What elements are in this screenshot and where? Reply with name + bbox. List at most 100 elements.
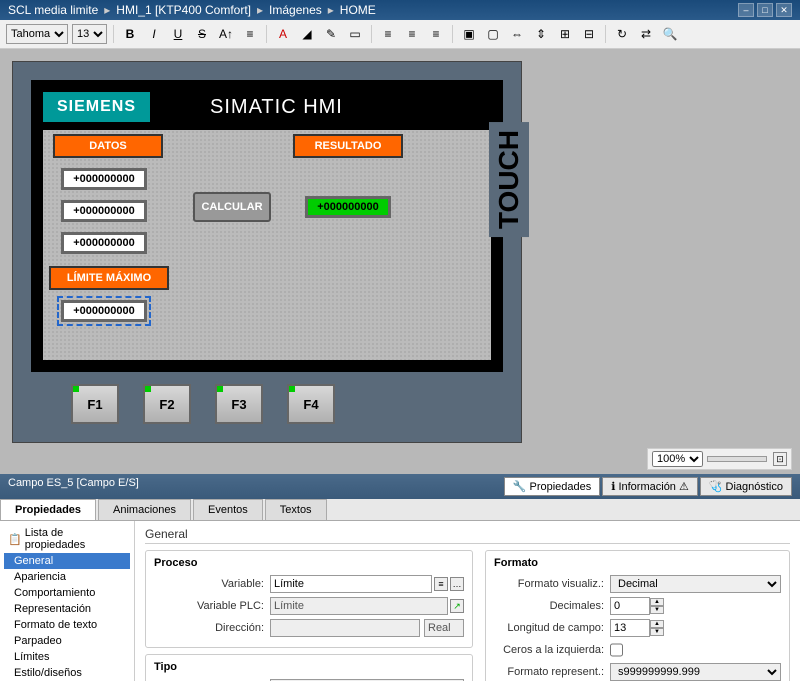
proceso-title: Proceso (154, 557, 464, 569)
fkey-f3[interactable]: F3 (215, 384, 263, 424)
zoom-slider[interactable] (707, 456, 767, 462)
zeros-label: Ceros a la izquierda: (494, 644, 604, 656)
ptab-textos[interactable]: Textos (265, 499, 327, 520)
maximize-button[interactable]: □ (757, 3, 773, 17)
align-button[interactable]: ≡ (240, 24, 260, 44)
design-canvas[interactable]: SIEMENS SIMATIC HMI DATOS RESULTADO +000… (0, 49, 800, 474)
group-tipo: Tipo Modo: Entrada/salida (145, 654, 473, 681)
breadcrumb-item[interactable]: HMI_1 [KTP400 Comfort] (116, 3, 251, 17)
fkey-f1[interactable]: F1 (71, 384, 119, 424)
rotate-button[interactable]: ↻ (612, 24, 632, 44)
italic-button[interactable]: I (144, 24, 164, 44)
varplc-input (270, 597, 448, 615)
type-input (424, 619, 464, 637)
zoom-fit-icon[interactable]: ⊡ (773, 452, 787, 466)
len-input[interactable] (610, 619, 650, 637)
align-right-button[interactable]: ≡ (426, 24, 446, 44)
group-proceso: Proceso Variable: ≡ … Variable PLC: ↗ Di… (145, 550, 473, 648)
dec-down-icon[interactable]: ▼ (650, 606, 664, 614)
io-field-2[interactable]: +000000000 (61, 200, 147, 222)
tab-diagnostics[interactable]: 🩺 Diagnóstico (700, 477, 792, 496)
align-left-button[interactable]: ≡ (378, 24, 398, 44)
distribute-h-button[interactable]: ⇔ (507, 24, 527, 44)
rep-select[interactable]: s999999999.999 (610, 663, 781, 681)
breadcrumb-item[interactable]: Imágenes (269, 3, 322, 17)
send-back-button[interactable]: ▢ (483, 24, 503, 44)
fkey-f4[interactable]: F4 (287, 384, 335, 424)
underline-button[interactable]: U (168, 24, 188, 44)
strike-button[interactable]: S (192, 24, 212, 44)
rep-label: Formato represent.: (494, 666, 604, 678)
font-select[interactable]: Tahoma (6, 24, 68, 44)
dec-input[interactable] (610, 597, 650, 615)
io-field-3[interactable]: +000000000 (61, 232, 147, 254)
len-up-icon[interactable]: ▲ (650, 620, 664, 628)
ptab-animaciones[interactable]: Animaciones (98, 499, 191, 520)
tag-picker-icon[interactable]: … (450, 577, 464, 591)
vis-label: Formato visualiz.: (494, 578, 604, 590)
calcular-button[interactable]: CALCULAR (193, 192, 271, 222)
variable-label: Variable: (154, 578, 264, 590)
dec-up-icon[interactable]: ▲ (650, 598, 664, 606)
bring-front-button[interactable]: ▣ (459, 24, 479, 44)
inspector-header: Campo ES_5 [Campo E/S] 🔧 Propiedades ℹ I… (0, 474, 800, 499)
zoom-button[interactable]: 🔍 (660, 24, 680, 44)
fkey-f2[interactable]: F2 (143, 384, 191, 424)
group-formato: Formato Formato visualiz.: Decimal Decim… (485, 550, 790, 681)
minimize-button[interactable]: – (738, 3, 754, 17)
nav-formato-texto[interactable]: Formato de texto (4, 617, 130, 633)
nav-representacion[interactable]: Representación (4, 601, 130, 617)
len-down-icon[interactable]: ▼ (650, 628, 664, 636)
flip-button[interactable]: ⇄ (636, 24, 656, 44)
datos-button[interactable]: DATOS (53, 134, 163, 158)
hmi-screen: SIEMENS SIMATIC HMI DATOS RESULTADO +000… (31, 80, 503, 372)
limite-button[interactable]: LÍMITE MÁXIMO (49, 266, 169, 290)
vis-select[interactable]: Decimal (610, 575, 781, 593)
zoom-select[interactable]: 100% (652, 451, 703, 467)
border-button[interactable]: ▭ (345, 24, 365, 44)
breadcrumb-item[interactable]: HOME (340, 3, 376, 17)
distribute-v-button[interactable]: ⇕ (531, 24, 551, 44)
io-field-result[interactable]: +000000000 (305, 196, 391, 218)
close-button[interactable]: ✕ (776, 3, 792, 17)
nav-limites[interactable]: Límites (4, 649, 130, 665)
breadcrumb-bar: SCL media limite▸ HMI_1 [KTP400 Comfort]… (0, 0, 800, 20)
tipo-title: Tipo (154, 661, 464, 673)
font-size-select[interactable]: 13 (72, 24, 107, 44)
screen-edit-area[interactable]: DATOS RESULTADO +000000000 +000000000 +0… (43, 130, 491, 360)
fill-color-button[interactable]: ◢ (297, 24, 317, 44)
ptab-eventos[interactable]: Eventos (193, 499, 263, 520)
nav-parpadeo[interactable]: Parpadeo (4, 633, 130, 649)
superscript-button[interactable]: A↑ (216, 24, 236, 44)
tab-info[interactable]: ℹ Información ⚠ (602, 477, 698, 496)
product-label: SIMATIC HMI (210, 96, 343, 119)
goto-plc-icon[interactable]: ↗ (450, 599, 464, 613)
len-label: Longitud de campo: (494, 622, 604, 634)
modo-select[interactable]: Entrada/salida (270, 679, 464, 681)
tab-properties[interactable]: 🔧 Propiedades (504, 477, 600, 496)
nav-estilo[interactable]: Estilo/diseños (4, 665, 130, 681)
ptab-propiedades[interactable]: Propiedades (0, 499, 96, 520)
ungroup-button[interactable]: ⊟ (579, 24, 599, 44)
font-color-button[interactable]: A (273, 24, 293, 44)
io-field-limite[interactable]: +000000000 (61, 300, 147, 322)
io-field-1[interactable]: +000000000 (61, 168, 147, 190)
nav-comportamiento[interactable]: Comportamiento (4, 585, 130, 601)
breadcrumb-item[interactable]: SCL media limite (8, 3, 98, 17)
formato-title: Formato (494, 557, 781, 569)
group-button[interactable]: ⊞ (555, 24, 575, 44)
line-color-button[interactable]: ✎ (321, 24, 341, 44)
nav-title: 📋 Lista de propiedades (4, 525, 130, 553)
variable-input[interactable] (270, 575, 432, 593)
align-center-button[interactable]: ≡ (402, 24, 422, 44)
resultado-button[interactable]: RESULTADO (293, 134, 403, 158)
nav-general[interactable]: General (4, 553, 130, 569)
siemens-logo: SIEMENS (43, 92, 150, 122)
browse-tag-icon[interactable]: ≡ (434, 577, 448, 591)
format-toolbar: Tahoma 13 B I U S A↑ ≡ A ◢ ✎ ▭ ≡ ≡ ≡ ▣ ▢… (0, 20, 800, 49)
bold-button[interactable]: B (120, 24, 140, 44)
dir-label: Dirección: (154, 622, 264, 634)
zeros-checkbox[interactable] (610, 641, 623, 659)
property-main: General Proceso Variable: ≡ … Variable P… (135, 521, 800, 681)
nav-apariencia[interactable]: Apariencia (4, 569, 130, 585)
